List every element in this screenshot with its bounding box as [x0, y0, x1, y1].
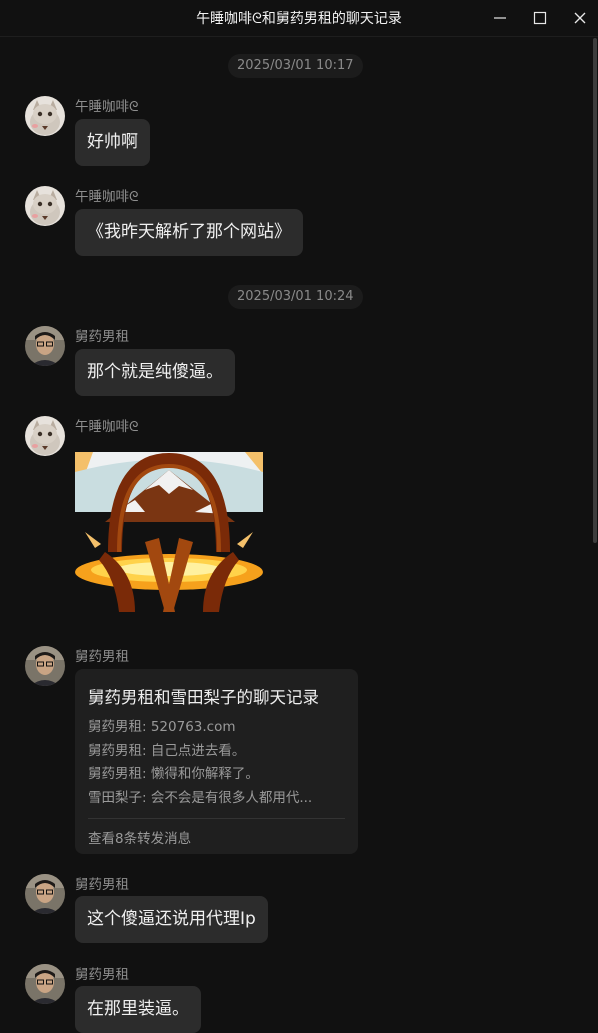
forward-preview-line: 舅药男租: 懒得和你解释了。 — [88, 766, 259, 782]
minimize-icon — [494, 17, 506, 19]
sender-name: 舅药男租 — [75, 967, 129, 983]
timestamp: 2025/03/01 10:17 — [228, 54, 363, 78]
sticker-image[interactable] — [75, 452, 263, 612]
forward-preview-line: 舅药男租: 自己点进去看。 — [88, 743, 246, 759]
close-icon — [574, 12, 586, 24]
close-button[interactable] — [566, 6, 594, 30]
maximize-icon — [533, 11, 547, 25]
forwarded-chat-card[interactable]: 舅药男租和雪田梨子的聊天记录 舅药男租: 520763.com 舅药男租: 自己… — [75, 669, 358, 854]
scrollbar-thumb[interactable] — [593, 38, 597, 543]
avatar-cat[interactable] — [25, 96, 65, 136]
sender-name: 舅药男租 — [75, 649, 129, 665]
message-bubble[interactable]: 在那里装逼。 — [75, 986, 201, 1033]
divider — [88, 818, 345, 819]
forward-preview-line: 舅药男租: 520763.com — [88, 719, 236, 735]
forward-title: 舅药男租和雪田梨子的聊天记录 — [88, 688, 319, 707]
title-bar: 午睡咖啡ᘓ和舅药男租的聊天记录 — [0, 0, 598, 37]
maximize-button[interactable] — [526, 6, 554, 30]
message-bubble[interactable]: 这个傻逼还说用代理Ip — [75, 896, 268, 943]
sender-name: 午睡咖啡ᘓ — [75, 99, 139, 115]
scrollbar[interactable] — [592, 36, 598, 1021]
view-forwarded-messages-link[interactable]: 查看8条转发消息 — [88, 827, 191, 847]
avatar-cat[interactable] — [25, 186, 65, 226]
avatar-cat[interactable] — [25, 416, 65, 456]
message-bubble[interactable]: 《我昨天解析了那个网站》 — [75, 209, 303, 256]
sender-name: 午睡咖啡ᘓ — [75, 189, 139, 205]
message-bubble[interactable]: 好帅啊 — [75, 119, 150, 166]
timestamp: 2025/03/01 10:24 — [228, 285, 363, 309]
avatar-person[interactable] — [25, 874, 65, 914]
avatar-person[interactable] — [25, 326, 65, 366]
message-bubble[interactable]: 那个就是纯傻逼。 — [75, 349, 235, 396]
sender-name: 舅药男租 — [75, 877, 129, 893]
forward-preview-line: 雪田梨子: 会不会是有很多人都用代... — [88, 790, 313, 806]
avatar-person[interactable] — [25, 646, 65, 686]
sender-name: 午睡咖啡ᘓ — [75, 419, 139, 435]
sender-name: 舅药男租 — [75, 329, 129, 345]
minimize-button[interactable] — [486, 6, 514, 30]
avatar-person[interactable] — [25, 964, 65, 1004]
